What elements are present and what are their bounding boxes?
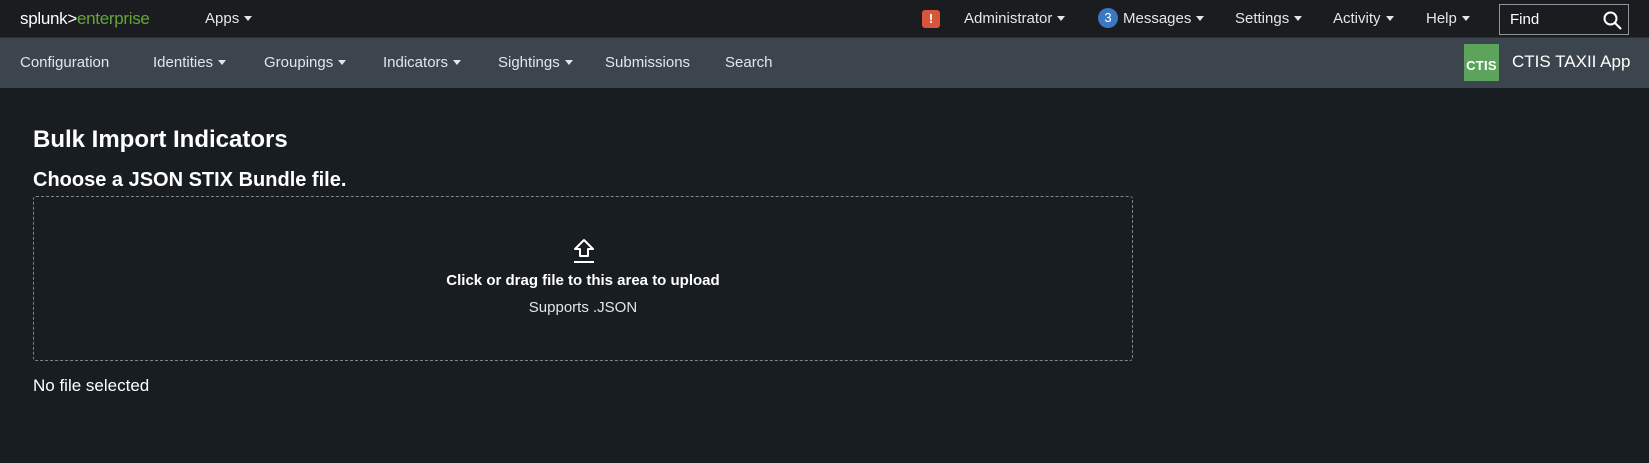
- find-box: [1499, 4, 1629, 35]
- chevron-down-icon: [453, 60, 462, 65]
- user-menu-label: Administrator: [964, 10, 1053, 27]
- app-logo-text: CTIS: [1466, 58, 1497, 73]
- chevron-down-icon: [1196, 16, 1205, 21]
- user-menu[interactable]: Administrator: [964, 0, 1066, 38]
- file-status: No file selected: [33, 376, 150, 395]
- upload-icon: [574, 239, 594, 263]
- alert-glyph: !: [928, 11, 934, 26]
- nav-search-label: Search: [725, 54, 773, 71]
- app-bar: Configuration Identities Groupings Indic…: [0, 38, 1649, 88]
- dropzone-text: Click or drag file to this area to uploa…: [446, 272, 720, 289]
- nav-groupings[interactable]: Groupings: [264, 38, 347, 88]
- nav-sightings[interactable]: Sightings: [498, 38, 573, 88]
- nav-groupings-label: Groupings: [264, 54, 334, 71]
- nav-submissions[interactable]: Submissions: [605, 38, 690, 88]
- nav-submissions-label: Submissions: [605, 54, 691, 71]
- chevron-down-icon: [1057, 16, 1066, 21]
- dropzone-hint: Supports .JSON: [528, 299, 638, 316]
- top-bar: splunk>enterprise Apps ! Administrator 3…: [0, 0, 1649, 38]
- logo-splunk: splunk>: [20, 9, 77, 28]
- app-name[interactable]: CTIS TAXII App: [1512, 38, 1630, 88]
- find-input[interactable]: [1510, 5, 1600, 34]
- chevron-down-icon: [1461, 16, 1470, 21]
- activity-menu-label: Activity: [1333, 10, 1381, 27]
- section-subtitle: Choose a JSON STIX Bundle file.: [33, 169, 347, 191]
- help-menu[interactable]: Help: [1426, 0, 1470, 38]
- nav-indicators[interactable]: Indicators: [383, 38, 462, 88]
- nav-search[interactable]: Search: [725, 38, 773, 88]
- chevron-down-icon: [244, 16, 253, 21]
- chevron-down-icon: [218, 60, 227, 65]
- messages-menu[interactable]: 3 Messages: [1098, 0, 1205, 38]
- settings-menu[interactable]: Settings: [1235, 0, 1303, 38]
- nav-configuration[interactable]: Configuration: [20, 38, 109, 88]
- chevron-down-icon: [564, 60, 573, 65]
- activity-menu[interactable]: Activity: [1333, 0, 1394, 38]
- chevron-down-icon: [1294, 16, 1303, 21]
- settings-menu-label: Settings: [1235, 10, 1290, 27]
- nav-identities-label: Identities: [153, 54, 214, 71]
- nav-configuration-label: Configuration: [20, 54, 110, 71]
- nav-identities[interactable]: Identities: [153, 38, 227, 88]
- messages-count-badge: 3: [1098, 8, 1118, 28]
- nav-indicators-label: Indicators: [383, 54, 449, 71]
- nav-sightings-label: Sightings: [498, 54, 560, 71]
- help-menu-label: Help: [1426, 10, 1457, 27]
- apps-menu-label: Apps: [205, 10, 240, 27]
- search-icon[interactable]: [1602, 10, 1622, 30]
- alert-icon[interactable]: !: [922, 10, 940, 28]
- messages-menu-label: Messages: [1123, 10, 1192, 27]
- chevron-down-icon: [338, 60, 347, 65]
- chevron-down-icon: [1385, 16, 1394, 21]
- page-title: Bulk Import Indicators: [33, 126, 288, 153]
- splunk-logo[interactable]: splunk>enterprise: [20, 8, 150, 30]
- file-dropzone[interactable]: Click or drag file to this area to uploa…: [33, 196, 1133, 361]
- apps-menu[interactable]: Apps: [205, 0, 253, 38]
- logo-enterprise: enterprise: [76, 9, 150, 28]
- app-logo[interactable]: CTIS: [1464, 44, 1499, 81]
